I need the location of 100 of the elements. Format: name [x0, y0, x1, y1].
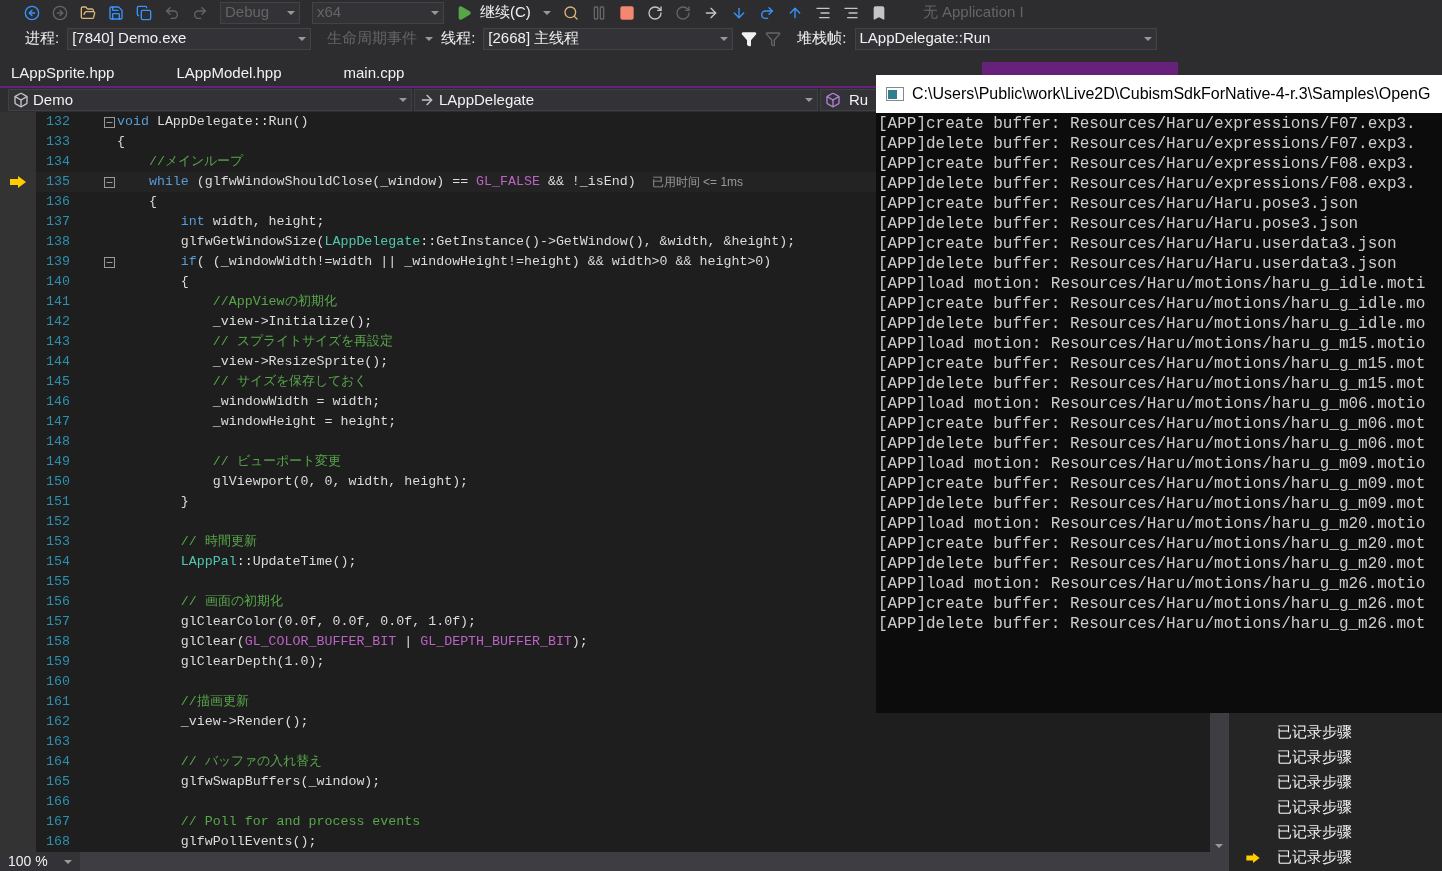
- folder-icon[interactable]: [80, 4, 96, 21]
- code-line: // 画面の初期化: [179, 593, 283, 612]
- code-line: glfwPollEvents();: [179, 833, 317, 852]
- caret-icon: [720, 36, 729, 41]
- code-line: //描画更新: [179, 693, 249, 712]
- console-line: [APP]load motion: Resources/Haru/motions/haru_g_m09.motio: [878, 454, 1427, 474]
- code-line: LAppPal::UpdateTime();: [179, 553, 357, 572]
- save-icon[interactable]: [108, 4, 124, 21]
- line-number: 154: [45, 553, 70, 572]
- code-line: glfwGetWindowSize(LAppDelegate::GetInstance()->GetWindow(), &width, &height);: [179, 233, 796, 252]
- line-number: 146: [45, 393, 70, 412]
- process-label: 进程:: [25, 28, 60, 49]
- console-line: [APP]delete buffer: Resources/Haru/motions/haru_g_m26.mot: [878, 614, 1427, 634]
- line-number: 144: [45, 353, 70, 372]
- console-line: [APP]create buffer: Resources/Haru/motions/haru_g_m06.mot: [878, 414, 1427, 434]
- line-number: 155: [45, 573, 70, 592]
- code-line: // バッファの入れ替え: [179, 753, 322, 772]
- console-line: [APP]create buffer: Resources/Haru/motions/haru_g_m09.mot: [878, 474, 1427, 494]
- console-title: C:\Users\Public\work\Live2D\CubismSdkForNative-4-r.3\Samples\OpenG: [912, 84, 1431, 104]
- line-number: 158: [45, 633, 70, 652]
- save-all-icon[interactable]: [136, 4, 152, 21]
- elapsed-time-hint: 已用时间 <= 1ms: [651, 174, 744, 191]
- stack-frame-label: 堆栈帧:: [797, 28, 847, 49]
- line-number: 161: [45, 693, 70, 712]
- redo-icon[interactable]: [192, 4, 208, 21]
- line-number: 159: [45, 653, 70, 672]
- continue-button[interactable]: 继续(C): [456, 1, 531, 24]
- scope-name: LAppDelegate: [439, 89, 535, 110]
- code-line: // スプライトサイズを再設定: [211, 333, 393, 352]
- console-line: [APP]delete buffer: Resources/Haru/Haru.userdata3.json: [878, 254, 1398, 274]
- collapse-icon[interactable]: [104, 116, 115, 128]
- file-tab[interactable]: LAppModel.hpp: [176, 60, 344, 86]
- line-number: 157: [45, 613, 70, 632]
- code-line: }: [179, 493, 189, 512]
- line-number: 143: [45, 333, 70, 352]
- caret-icon: [542, 10, 551, 15]
- process-dropdown[interactable]: [7840] Demo.exe: [67, 27, 312, 50]
- line-number: 137: [45, 213, 70, 232]
- search-icon[interactable]: [562, 4, 579, 21]
- caret-icon: [805, 98, 813, 102]
- thread-label: 线程:: [441, 28, 476, 49]
- member-name: Ru: [849, 89, 869, 110]
- step-item[interactable]: 已记录步骤: [1277, 771, 1352, 794]
- caret-icon: [1215, 844, 1223, 848]
- file-tab[interactable]: LAppSprite.hpp: [11, 60, 177, 86]
- cube-icon: [825, 92, 841, 108]
- line-number: 153: [45, 533, 70, 552]
- forward-icon[interactable]: [52, 4, 68, 21]
- code-line: glViewport(0, 0, width, height);: [211, 473, 469, 492]
- console-line: [APP]delete buffer: Resources/Haru/expressions/F08.exp3.: [878, 174, 1417, 194]
- back-icon[interactable]: [24, 4, 40, 21]
- step-item[interactable]: 已记录步骤: [1277, 846, 1352, 869]
- console-line: [APP]create buffer: Resources/Haru/motions/haru_g_m26.mot: [878, 594, 1427, 614]
- step-item[interactable]: 已记录步骤: [1277, 821, 1352, 844]
- console-line: [APP]load motion: Resources/Haru/motions/haru_g_m15.motio: [878, 334, 1427, 354]
- scope-dropdown[interactable]: LAppDelegate: [414, 89, 818, 111]
- code-line: glfwSwapBuffers(_window);: [179, 773, 381, 792]
- stack-frame-dropdown[interactable]: LAppDelegate::Run: [854, 27, 1157, 50]
- code-line: glClear(GL_COLOR_BUFFER_BIT | GL_DEPTH_BUFFER_BIT);: [179, 633, 588, 652]
- line-number: 152: [45, 513, 70, 532]
- code-line: // Poll for and process events: [179, 813, 421, 832]
- console-line: [APP]create buffer: Resources/Haru/motions/haru_g_m20.mot: [878, 534, 1427, 554]
- file-tab[interactable]: main.cpp: [343, 60, 467, 86]
- console-line: [APP]load motion: Resources/Haru/motions/haru_g_m26.motio: [878, 574, 1427, 594]
- line-number: 139: [45, 253, 70, 272]
- zoom-dropdown[interactable]: 100 %: [0, 852, 80, 871]
- line-number: 141: [45, 293, 70, 312]
- caret-icon: [64, 859, 72, 864]
- line-number: 165: [45, 773, 70, 792]
- code-line: _windowWidth = width;: [211, 393, 381, 412]
- collapse-icon[interactable]: [104, 256, 115, 268]
- console-app-icon: [886, 87, 904, 101]
- vertical-scrollbar[interactable]: [1210, 713, 1228, 852]
- collapse-icon[interactable]: [104, 176, 115, 188]
- stop-icon[interactable]: [618, 4, 635, 21]
- line-number: 138: [45, 233, 70, 252]
- code-line: //メインループ: [147, 153, 243, 172]
- console-line: [APP]create buffer: Resources/Haru/Haru.pose3.json: [878, 194, 1360, 214]
- line-number: 156: [45, 593, 70, 612]
- horizontal-scrollbar[interactable]: [80, 852, 1228, 871]
- restart-icon[interactable]: [646, 4, 663, 21]
- thread-dropdown[interactable]: [2668] 主线程: [483, 27, 734, 50]
- step-over-icon[interactable]: [758, 4, 775, 21]
- project-dropdown[interactable]: Demo: [8, 89, 412, 111]
- step-item[interactable]: 已记录步骤: [1277, 796, 1352, 819]
- console-line: [APP]delete buffer: Resources/Haru/expressions/F07.exp3.: [878, 134, 1417, 154]
- step-item[interactable]: 已记录步骤: [1277, 746, 1352, 769]
- code-line: _view->ResizeSprite();: [211, 353, 389, 372]
- caret-icon: [431, 10, 439, 15]
- caret-icon: [287, 10, 295, 15]
- step-item[interactable]: 已记录步骤: [1277, 721, 1352, 744]
- refresh-icon[interactable]: [674, 4, 691, 21]
- code-line: glClearColor(0.0f, 0.0f, 0.0f, 1.0f);: [179, 613, 477, 632]
- undo-icon[interactable]: [164, 4, 180, 21]
- code-line: _view->Render();: [179, 713, 309, 732]
- code-line: {: [179, 273, 189, 292]
- console-line: [APP]delete buffer: Resources/Haru/motions/haru_g_idle.mo: [878, 314, 1427, 334]
- code-line: // サイズを保存しておく: [211, 373, 367, 392]
- line-number: 166: [45, 793, 70, 812]
- code-line: //AppViewの初期化: [211, 293, 337, 312]
